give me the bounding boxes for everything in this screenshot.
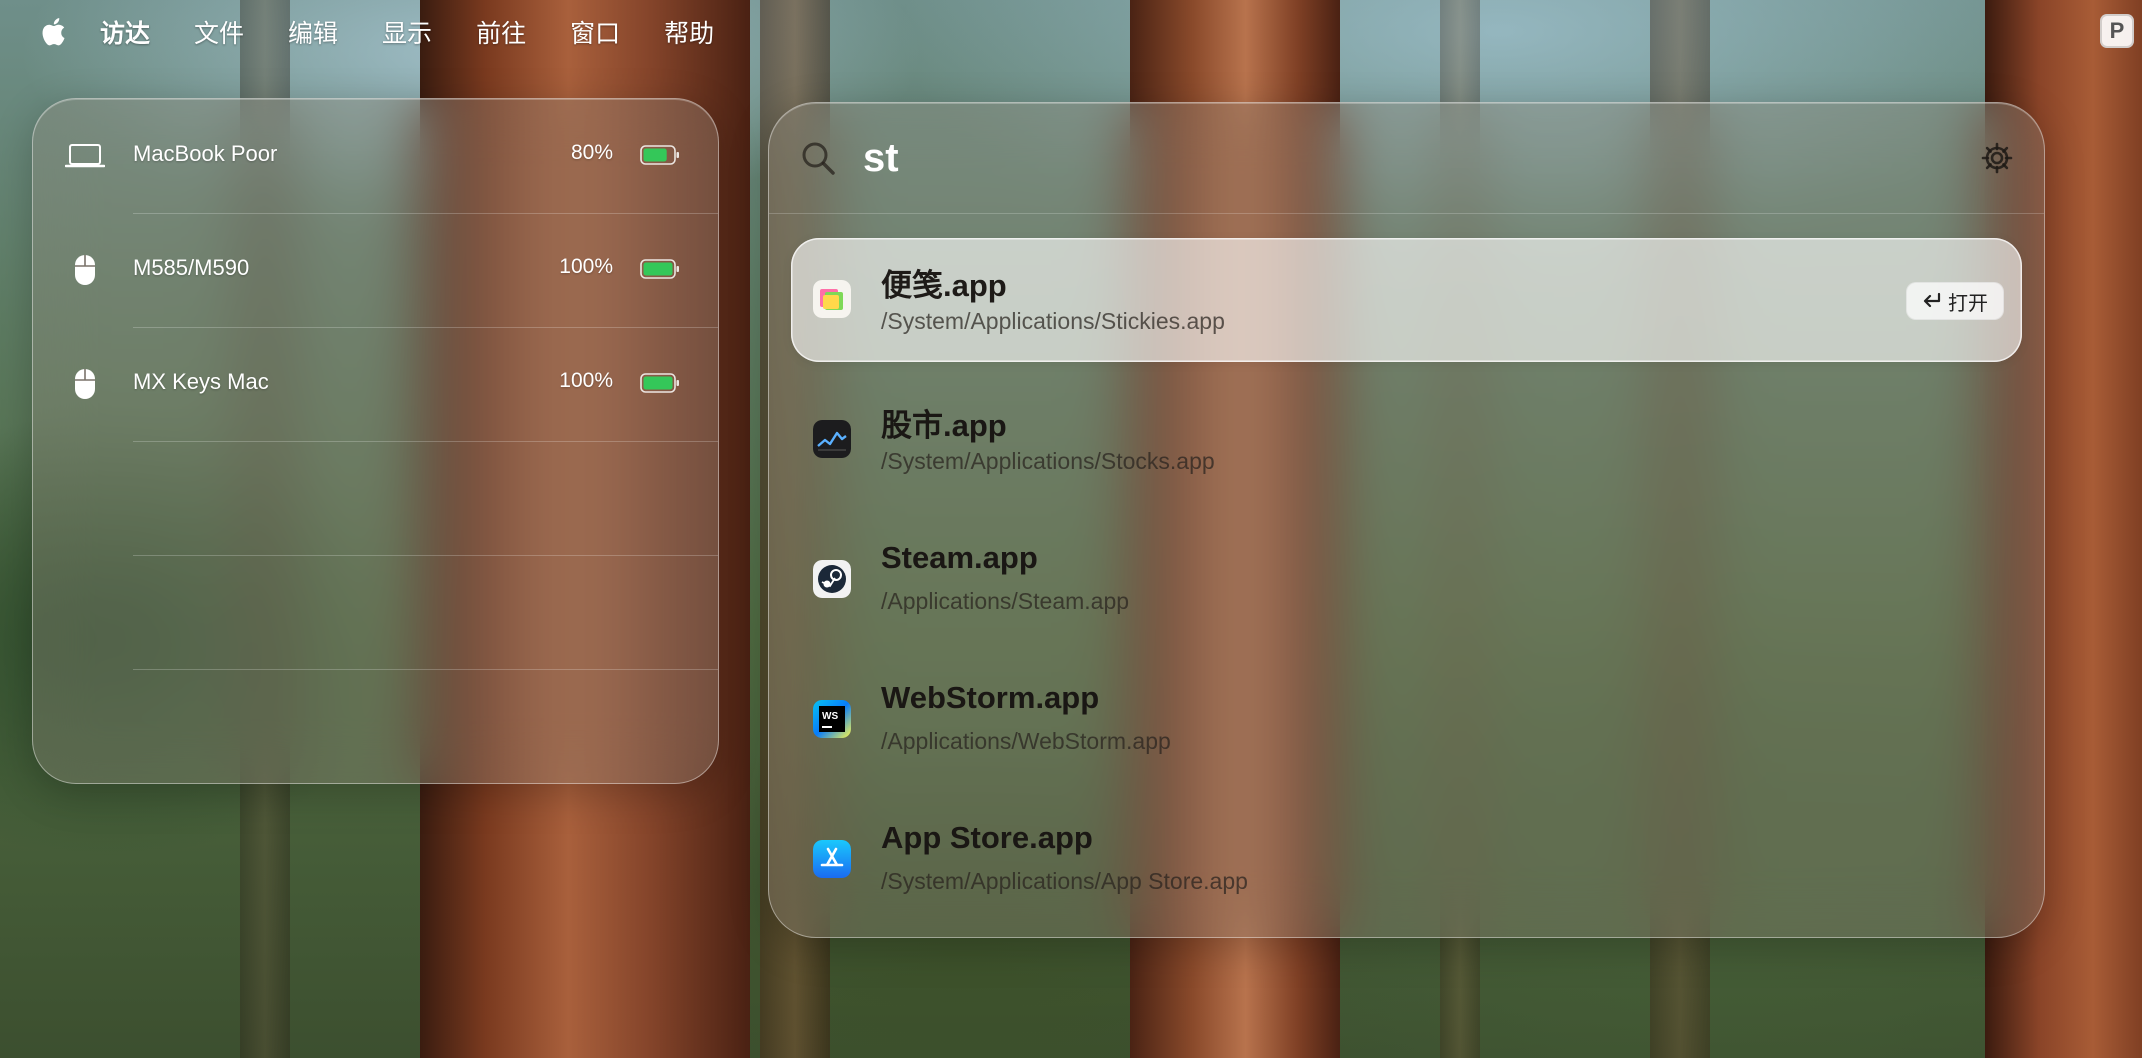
open-button-label: 打开: [1948, 292, 1988, 315]
battery-icon: [640, 259, 680, 284]
menu-file[interactable]: 文件: [194, 14, 244, 50]
result-path: /System/Applications/Stickies.app: [881, 308, 1225, 334]
result-item-stocks[interactable]: 股市.app /System/Applications/Stocks.app: [791, 378, 2022, 502]
search-input[interactable]: [861, 127, 1865, 189]
device-name: MacBook Poor: [133, 141, 278, 166]
device-row-macbook[interactable]: MacBook Poor 80%: [33, 99, 718, 213]
device-name: M585/M590: [133, 255, 250, 280]
search-panel: 便笺.app /System/Applications/Stickies.app…: [768, 102, 2045, 938]
status-bar-app-icon[interactable]: P: [2100, 14, 2134, 48]
device-row-mx-keys[interactable]: MX Keys Mac 100%: [33, 327, 718, 441]
menu-bar: 访达 文件 编辑 显示 前往 窗口 帮助 P: [0, 0, 2142, 64]
battery-percent: 100%: [559, 369, 613, 392]
menu-finder[interactable]: 访达: [100, 14, 150, 50]
menu-window[interactable]: 窗口: [570, 14, 620, 50]
menu-view[interactable]: 显示: [382, 14, 432, 50]
mouse-icon: [63, 362, 107, 406]
menu-edit[interactable]: 编辑: [288, 14, 338, 50]
mouse-icon: [63, 248, 107, 292]
result-name: WebStorm.app: [881, 680, 1100, 715]
result-item-webstorm[interactable]: WS WebStorm.app /Applications/WebStorm.a…: [791, 658, 2022, 782]
menu-help[interactable]: 帮助: [664, 14, 714, 50]
battery-icon: [640, 145, 680, 170]
result-name: App Store.app: [881, 820, 1093, 855]
result-name: 股市.app: [881, 408, 1007, 443]
open-button[interactable]: 打开: [1906, 282, 2004, 320]
steam-icon: [813, 560, 851, 598]
device-name: MX Keys Mac: [133, 369, 269, 394]
result-item-stickies[interactable]: 便笺.app /System/Applications/Stickies.app…: [791, 238, 2022, 362]
gear-icon[interactable]: [1980, 141, 2014, 175]
device-divider: [133, 555, 718, 556]
stickies-icon: [813, 280, 851, 318]
result-name: 便笺.app: [881, 268, 1007, 303]
battery-percent: 80%: [570, 141, 613, 164]
search-divider: [769, 213, 2044, 214]
search-bar: [769, 103, 2044, 213]
apple-icon[interactable]: [38, 15, 72, 49]
result-path: /Applications/Steam.app: [881, 588, 1130, 614]
device-divider: [133, 441, 718, 442]
device-battery-panel: MacBook Poor 80% M585/M590 100% MX Keys …: [32, 98, 719, 784]
return-icon: [1923, 292, 1941, 308]
search-icon: [802, 142, 835, 175]
result-path: /System/Applications/Stocks.app: [881, 448, 1215, 474]
laptop-icon: [63, 134, 107, 178]
result-item-steam[interactable]: Steam.app /Applications/Steam.app: [791, 518, 2022, 642]
search-results: 便笺.app /System/Applications/Stickies.app…: [791, 238, 2022, 938]
device-row-m585[interactable]: M585/M590 100%: [33, 213, 718, 327]
battery-icon: [640, 373, 680, 398]
stocks-icon: [813, 420, 851, 458]
webstorm-icon: WS: [813, 700, 851, 738]
device-divider: [133, 669, 718, 670]
menu-go[interactable]: 前往: [476, 14, 526, 50]
result-item-app-store[interactable]: App Store.app /System/Applications/App S…: [791, 798, 2022, 922]
app-store-icon: [813, 840, 851, 878]
result-path: /System/Applications/App Store.app: [881, 868, 1248, 894]
battery-percent: 100%: [559, 255, 613, 278]
result-name: Steam.app: [881, 540, 1038, 575]
result-path: /Applications/WebStorm.app: [881, 728, 1171, 754]
webstorm-icon-label: WS: [822, 711, 838, 722]
